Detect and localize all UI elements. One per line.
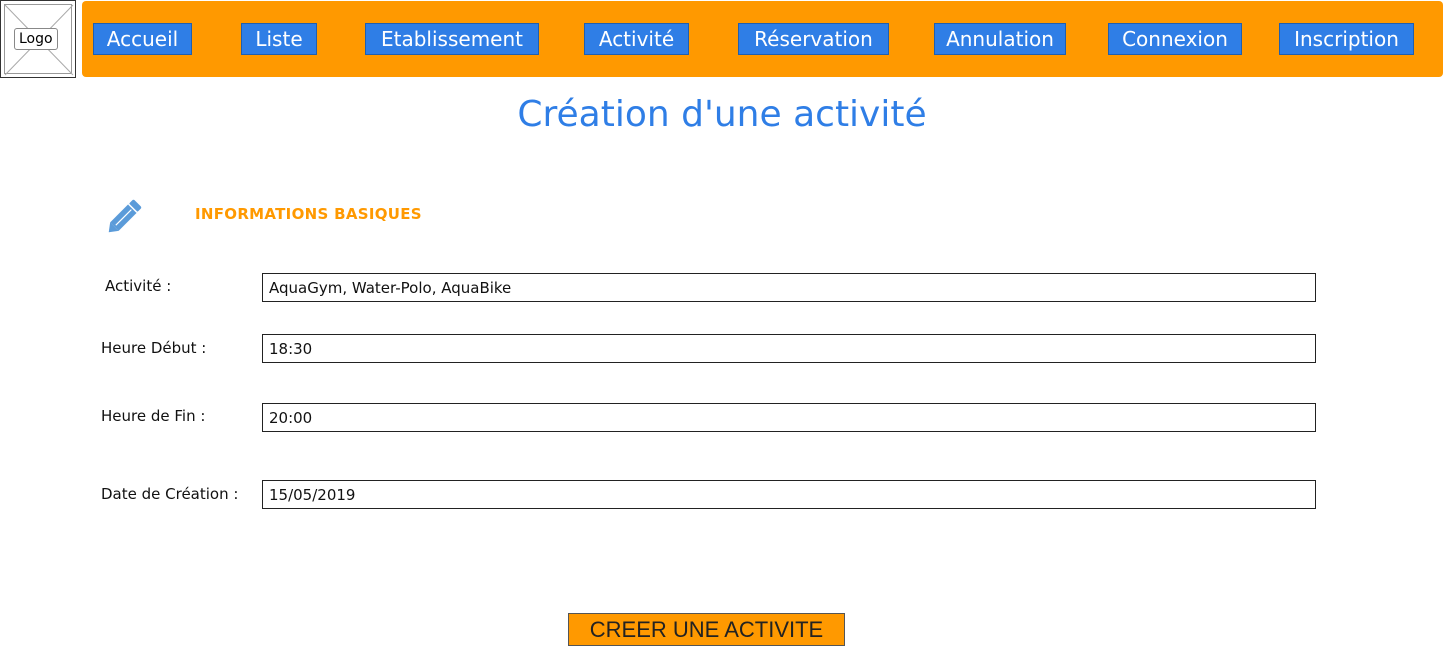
nav-liste[interactable]: Liste: [241, 23, 317, 55]
nav-activite[interactable]: Activité: [584, 23, 689, 55]
page-title: Création d'une activité: [517, 94, 927, 135]
activite-label: Activité :: [105, 277, 172, 295]
heure-fin-input[interactable]: [262, 403, 1316, 432]
heure-fin-label: Heure de Fin :: [101, 407, 206, 425]
section-heading: INFORMATIONS BASIQUES: [195, 205, 422, 223]
main-navbar: Accueil Liste Etablissement Activité Rés…: [82, 1, 1443, 77]
nav-annulation[interactable]: Annulation: [934, 23, 1066, 55]
date-creation-input[interactable]: [262, 480, 1316, 509]
page: Logo Accueil Liste Etablissement Activit…: [0, 0, 1444, 646]
activite-input[interactable]: [262, 273, 1316, 302]
nav-reservation[interactable]: Réservation: [738, 23, 889, 55]
heure-debut-label: Heure Début :: [101, 339, 207, 357]
nav-accueil[interactable]: Accueil: [93, 23, 192, 55]
logo[interactable]: Logo: [0, 0, 76, 78]
nav-etablissement[interactable]: Etablissement: [365, 23, 539, 55]
create-activity-button[interactable]: CREER UNE ACTIVITE: [568, 613, 845, 646]
nav-connexion[interactable]: Connexion: [1108, 23, 1242, 55]
logo-label: Logo: [14, 28, 58, 50]
nav-inscription[interactable]: Inscription: [1279, 23, 1414, 55]
date-creation-label: Date de Création :: [101, 485, 239, 503]
pencil-icon: [108, 199, 142, 233]
heure-debut-input[interactable]: [262, 334, 1316, 363]
